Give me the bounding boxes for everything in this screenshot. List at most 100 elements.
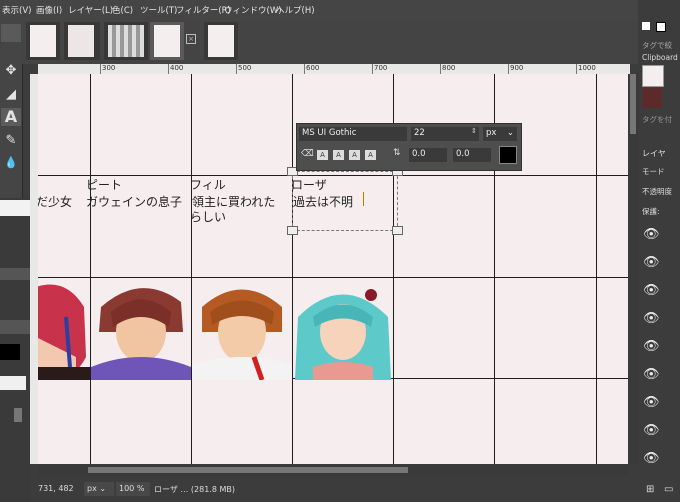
zoom-selector[interactable]: 100 % [116, 482, 150, 496]
move-tool[interactable]: ✥ [1, 62, 21, 80]
eye-icon[interactable]: 👁 [643, 367, 660, 382]
eye-icon[interactable]: 👁 [643, 423, 660, 438]
menu-filters[interactable]: フィルター(R) [176, 4, 231, 16]
pointer-coords: 731, 482 [38, 484, 74, 493]
transform-icon: ◢ [6, 87, 16, 102]
eye-icon[interactable]: 👁 [643, 283, 660, 298]
scroll-thumb[interactable] [88, 467, 408, 473]
tool-slot-top[interactable] [1, 24, 21, 42]
menu-image[interactable]: 画像(I) [36, 4, 62, 16]
smudge-icon: 💧 [4, 156, 18, 169]
unit-label: px [486, 128, 497, 138]
horizontal-scrollbar[interactable] [38, 464, 628, 476]
resize-handle[interactable] [392, 226, 403, 235]
swatch-icon[interactable] [656, 22, 666, 32]
new-layer-icon[interactable]: ⊞ [646, 484, 654, 495]
color-swatch[interactable] [0, 344, 20, 360]
eye-icon[interactable]: 👁 [643, 339, 660, 354]
white-swatch [0, 200, 30, 216]
smudge-tool[interactable]: 💧 [1, 154, 21, 172]
ruler-label: 400 [170, 64, 184, 72]
swatch-white[interactable] [642, 22, 650, 30]
eye-icon[interactable]: 👁 [643, 451, 660, 466]
status-bar: 731, 482 px ⌄ 100 % ローザ … (281.8 MB) [30, 476, 638, 502]
dock-dropdown[interactable] [0, 268, 30, 280]
tab-thumbnail [154, 25, 180, 57]
grid-line [292, 74, 293, 464]
kerning-field[interactable]: 0.0 [453, 148, 491, 162]
tag-assign-input[interactable]: タグを付 [642, 114, 672, 125]
image-tab[interactable] [64, 22, 100, 60]
lock-label: 保護: [642, 207, 660, 216]
unit-select[interactable]: px ⌄ [483, 127, 517, 141]
status-message: ローザ … (281.8 MB) [154, 485, 236, 494]
grid-line [596, 74, 597, 464]
tab-thumbnail [208, 25, 234, 57]
transform-tool[interactable]: ◢ [1, 86, 21, 104]
baseline-field[interactable]: 0.0 [409, 148, 447, 162]
tool-options-dock [0, 198, 30, 502]
move-icon: ✥ [5, 63, 17, 78]
close-tab-icon[interactable]: × [186, 34, 196, 44]
font-size-field[interactable]: 22 [411, 127, 479, 141]
ruler-label: 1000 [578, 64, 596, 72]
text-box-frame[interactable] [287, 167, 403, 235]
right-dock: タグで絞 Clipboard タグを付 レイヤ モード 不透明度 保護: 👁 👁… [638, 20, 680, 502]
portrait-girl-red [38, 277, 90, 380]
clipboard-label: Clipboard [642, 53, 678, 62]
menu-tools[interactable]: ツール(T) [140, 4, 177, 16]
tab-layers[interactable]: レイヤ [642, 148, 666, 159]
menu-bar: 表示(V) 画像(I) レイヤー(L) 色(C) ツール(T) フィルター(R)… [0, 0, 638, 20]
eye-icon[interactable]: 👁 [643, 311, 660, 326]
ruler-label: 300 [102, 64, 116, 72]
brush-preview[interactable] [642, 65, 664, 87]
eye-icon[interactable]: 👁 [643, 227, 660, 242]
ruler-label: 700 [374, 64, 388, 72]
underline-button[interactable]: A [349, 150, 360, 160]
vertical-scrollbar[interactable] [628, 74, 638, 464]
pencil-icon: ✎ [5, 133, 17, 148]
tag-filter-input[interactable]: タグで絞 [642, 40, 672, 51]
image-tab[interactable] [26, 22, 60, 60]
image-tab[interactable] [204, 22, 238, 60]
ruler-tick [440, 64, 441, 74]
ruler-label: 600 [306, 64, 320, 72]
image-tab-active[interactable] [150, 22, 184, 60]
menu-help[interactable]: ヘルプ(H) [276, 4, 315, 16]
unit-selector[interactable]: px ⌄ [84, 482, 114, 496]
ruler-tick [100, 64, 101, 74]
chevron-down-icon: ⌄ [506, 128, 514, 138]
scroll-thumb[interactable] [630, 74, 636, 134]
italic-button[interactable]: A [333, 150, 344, 160]
ruler-tick [168, 64, 169, 74]
brush-preview[interactable] [642, 88, 662, 108]
dock-scroll[interactable] [14, 408, 22, 422]
ruler-tick [236, 64, 237, 74]
text-color-swatch[interactable] [499, 146, 517, 164]
tab-thumbnail [68, 25, 94, 57]
ruler-label: 800 [442, 64, 456, 72]
grid-line [90, 74, 91, 464]
menu-layer[interactable]: レイヤー(L) [68, 4, 113, 16]
menu-view[interactable]: 表示(V) [2, 4, 31, 16]
bold-button[interactable]: A [317, 150, 328, 160]
text-tool[interactable]: A [1, 108, 21, 126]
clear-style-icon[interactable]: ⌫ [301, 149, 314, 159]
resize-handle[interactable] [287, 226, 298, 235]
image-tab[interactable] [104, 22, 148, 60]
font-field[interactable]: MS UI Gothic [299, 127, 407, 141]
folder-icon[interactable]: ▭ [664, 484, 673, 495]
menu-windows[interactable]: ウィンドウ(W) [224, 4, 282, 16]
eye-icon[interactable]: 👁 [643, 395, 660, 410]
menu-color[interactable]: 色(C) [112, 4, 133, 16]
strikethrough-button[interactable]: A [365, 150, 376, 160]
ruler-tick [304, 64, 305, 74]
pencil-tool[interactable]: ✎ [1, 132, 21, 150]
zoom-label: 100 % [119, 484, 145, 493]
mode-label: モード [642, 167, 665, 176]
input-box[interactable] [0, 376, 26, 390]
eye-icon[interactable]: 👁 [643, 255, 660, 270]
dock-dropdown-2[interactable] [0, 320, 30, 334]
spin-arrows-icon[interactable]: ⇕ [471, 127, 477, 135]
character-desc: だ少女 [38, 195, 73, 209]
